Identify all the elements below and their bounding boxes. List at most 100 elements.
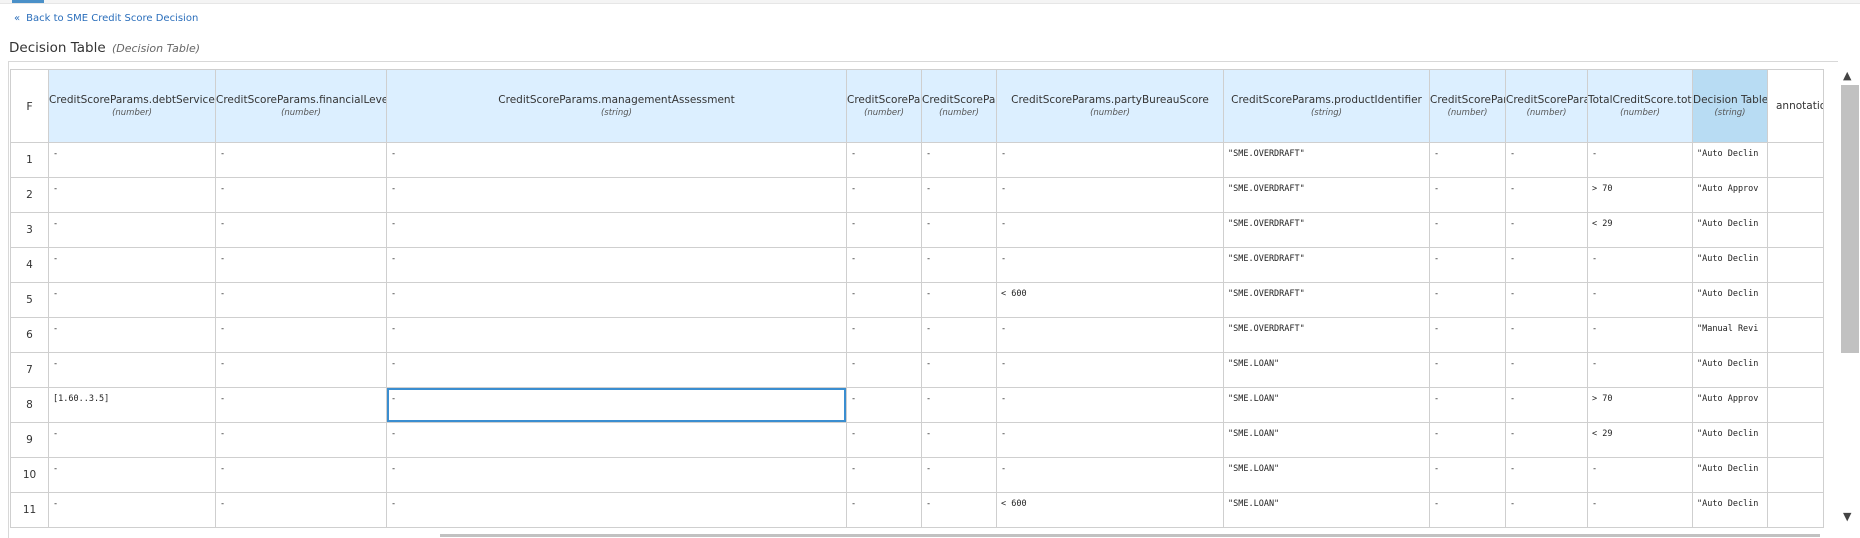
rule-cell[interactable]: -: [386, 142, 847, 178]
rule-cell[interactable]: -: [1429, 422, 1506, 458]
rule-cell[interactable]: "SME.LOAN": [1223, 352, 1430, 388]
rule-cell[interactable]: -: [386, 177, 847, 213]
rule-cell[interactable]: -: [215, 422, 387, 458]
rule-cell[interactable]: [1.60..3.5]: [48, 387, 216, 423]
rule-cell[interactable]: -: [386, 457, 847, 493]
rule-cell[interactable]: -: [1429, 212, 1506, 248]
row-number[interactable]: 8: [10, 387, 49, 423]
row-number[interactable]: 6: [10, 317, 49, 353]
rule-cell[interactable]: -: [1429, 387, 1506, 423]
rule-cell[interactable]: -: [1587, 492, 1693, 528]
row-number[interactable]: 4: [10, 247, 49, 283]
rule-cell[interactable]: -: [921, 282, 997, 318]
column-header[interactable]: CreditScoreParams.netProfit (number): [846, 69, 922, 143]
row-number[interactable]: 3: [10, 212, 49, 248]
rule-cell[interactable]: -: [48, 352, 216, 388]
rule-cell[interactable]: -: [1587, 247, 1693, 283]
rule-cell[interactable]: -: [846, 422, 922, 458]
scroll-down-icon[interactable]: ▼: [1843, 510, 1851, 523]
rule-cell[interactable]: "Auto Declin: [1692, 422, 1768, 458]
rule-cell[interactable]: -: [215, 317, 387, 353]
rule-cell[interactable]: -: [921, 387, 997, 423]
rule-cell[interactable]: "Auto Approv: [1692, 177, 1768, 213]
rule-cell[interactable]: -: [1505, 422, 1588, 458]
column-header[interactable]: CreditScoreParams.operatingMargin (number…: [921, 69, 997, 143]
row-number[interactable]: 5: [10, 282, 49, 318]
rule-cell[interactable]: -: [996, 387, 1224, 423]
rule-cell[interactable]: -: [386, 282, 847, 318]
rule-cell[interactable]: [1767, 422, 1824, 458]
rule-cell[interactable]: < 29: [1587, 212, 1693, 248]
rule-cell[interactable]: -: [48, 247, 216, 283]
rule-cell[interactable]: [1767, 492, 1824, 528]
rule-cell[interactable]: -: [1429, 177, 1506, 213]
rule-cell[interactable]: "SME.LOAN": [1223, 422, 1430, 458]
rule-cell[interactable]: [1767, 177, 1824, 213]
rule-cell[interactable]: -: [921, 317, 997, 353]
rule-cell[interactable]: -: [215, 352, 387, 388]
rule-cell[interactable]: -: [215, 247, 387, 283]
rule-cell[interactable]: -: [996, 352, 1224, 388]
rule-cell[interactable]: -: [215, 387, 387, 423]
rule-cell[interactable]: -: [921, 492, 997, 528]
row-number[interactable]: 11: [10, 492, 49, 528]
rule-cell[interactable]: -: [996, 142, 1224, 178]
rule-cell[interactable]: -: [1587, 317, 1693, 353]
rule-cell[interactable]: -: [1429, 282, 1506, 318]
column-header[interactable]: CreditScoreParams.relationship (number): [1429, 69, 1506, 143]
column-header[interactable]: Decision Table (string): [1692, 69, 1768, 143]
rule-cell[interactable]: -: [48, 492, 216, 528]
column-header[interactable]: CreditScoreParams.productIdentifier (stri…: [1223, 69, 1430, 143]
rule-cell[interactable]: -: [1429, 352, 1506, 388]
rule-cell[interactable]: -: [386, 317, 847, 353]
rule-cell[interactable]: -: [996, 247, 1224, 283]
vertical-scrollbar[interactable]: ▲ ▼: [1838, 61, 1860, 537]
rule-cell[interactable]: -: [1505, 387, 1588, 423]
rule-cell[interactable]: [1767, 282, 1824, 318]
rule-cell[interactable]: -: [386, 422, 847, 458]
vertical-scroll-thumb[interactable]: [1841, 85, 1859, 353]
column-header[interactable]: CreditScoreParams.debtServiceCoverRatio (…: [48, 69, 216, 143]
rule-cell[interactable]: -: [846, 492, 922, 528]
rule-cell[interactable]: -: [1505, 142, 1588, 178]
row-number[interactable]: 10: [10, 457, 49, 493]
rule-cell[interactable]: -: [921, 212, 997, 248]
rule-cell[interactable]: [1767, 247, 1824, 283]
rule-cell[interactable]: < 29: [1587, 422, 1693, 458]
rule-cell[interactable]: -: [1429, 492, 1506, 528]
rule-cell[interactable]: [1767, 387, 1824, 423]
rule-cell[interactable]: -: [215, 457, 387, 493]
rule-cell[interactable]: "Auto Approv: [1692, 387, 1768, 423]
rule-cell[interactable]: -: [215, 492, 387, 528]
rule-cell[interactable]: -: [1429, 457, 1506, 493]
rule-cell[interactable]: -: [215, 282, 387, 318]
rule-cell[interactable]: -: [846, 457, 922, 493]
rule-cell[interactable]: -: [846, 142, 922, 178]
rule-cell[interactable]: -: [1505, 492, 1588, 528]
rule-cell[interactable]: "SME.OVERDRAFT": [1223, 317, 1430, 353]
rule-cell[interactable]: -: [1429, 247, 1506, 283]
rule-cell[interactable]: "SME.LOAN": [1223, 492, 1430, 528]
rule-cell[interactable]: -: [1587, 142, 1693, 178]
rule-cell[interactable]: -: [996, 177, 1224, 213]
rule-cell[interactable]: [1767, 142, 1824, 178]
rule-cell[interactable]: -: [996, 317, 1224, 353]
rule-cell[interactable]: > 70: [1587, 387, 1693, 423]
rule-cell[interactable]: < 600: [996, 282, 1224, 318]
rule-cell[interactable]: "Auto Declin: [1692, 352, 1768, 388]
rule-cell[interactable]: -: [921, 457, 997, 493]
rule-cell[interactable]: "SME.OVERDRAFT": [1223, 247, 1430, 283]
rule-cell[interactable]: -: [386, 492, 847, 528]
rule-cell[interactable]: -: [921, 142, 997, 178]
rule-cell[interactable]: -: [1505, 457, 1588, 493]
column-header[interactable]: annotation-1: [1767, 69, 1824, 143]
rule-cell[interactable]: -: [1429, 142, 1506, 178]
column-header[interactable]: CreditScoreParams.managementAssessment (s…: [386, 69, 847, 143]
column-header[interactable]: CreditScoreParams.financialLeverage (numb…: [215, 69, 387, 143]
rule-cell[interactable]: -: [386, 247, 847, 283]
scroll-up-icon[interactable]: ▲: [1843, 69, 1851, 82]
rule-cell[interactable]: > 70: [1587, 177, 1693, 213]
rule-cell[interactable]: "Auto Declin: [1692, 457, 1768, 493]
column-header[interactable]: CreditScoreParams.partyBureauScore (numbe…: [996, 69, 1224, 143]
rule-cell[interactable]: -: [921, 177, 997, 213]
